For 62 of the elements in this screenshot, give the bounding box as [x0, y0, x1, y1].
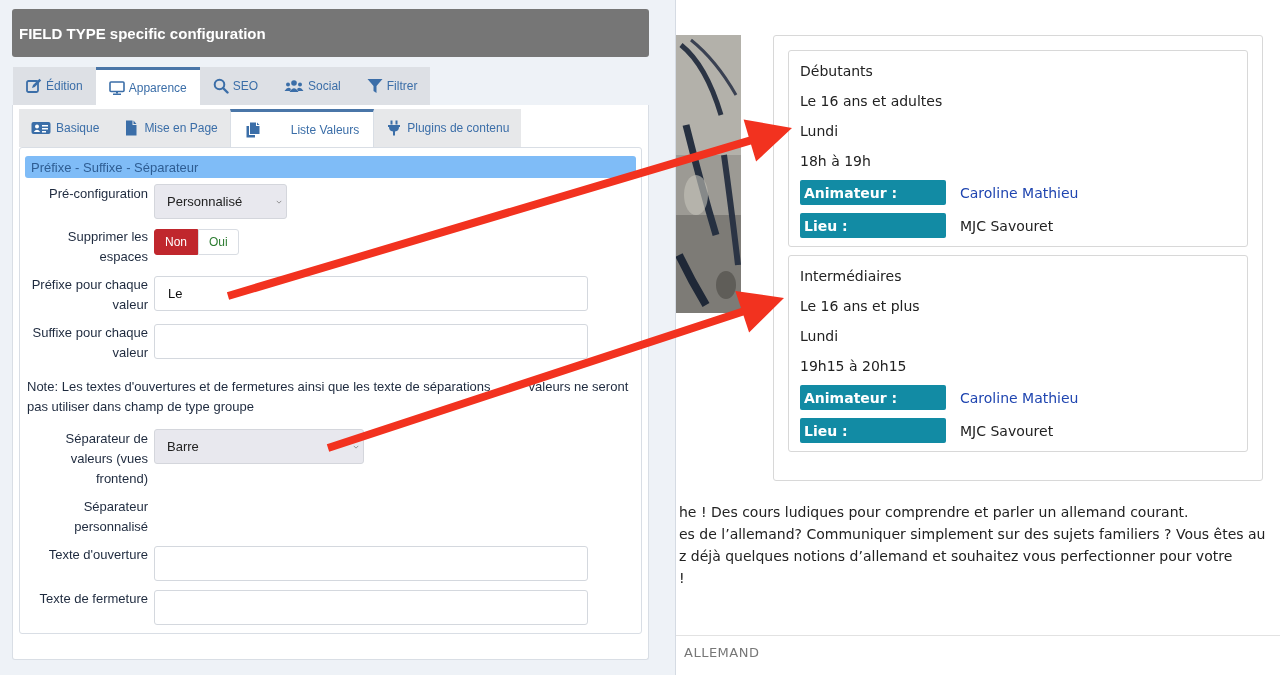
- field-value: MJC Savouret: [960, 422, 1054, 439]
- field-label: Lieu :: [800, 418, 946, 443]
- person-link[interactable]: Caroline Mathieu: [960, 389, 1079, 406]
- id-card-icon: [31, 120, 51, 136]
- course-title: Intermédiaires: [800, 267, 903, 286]
- field-label: Animateur :: [800, 385, 946, 410]
- select-field[interactable]: Barre: [154, 429, 364, 464]
- course-title: Débutants: [800, 62, 874, 81]
- input-field[interactable]: [154, 590, 588, 625]
- note-text: pas utiliser dans champ de type groupe: [27, 398, 254, 416]
- tab[interactable]: Apparence: [95, 67, 200, 105]
- field-value: MJC Savouret: [960, 217, 1054, 234]
- paragraph-line: z déjà quelques notions d’allemand et souhaitez vous perfectionner pour votre: [678, 547, 1234, 566]
- chevron-icon: [353, 444, 359, 449]
- plug-icon: [386, 120, 403, 136]
- course-detail: 19h15 à 20h15: [800, 357, 908, 376]
- tab[interactable]: Filtrer: [353, 67, 431, 105]
- field-label: Lieu :: [800, 213, 946, 238]
- course-detail: 18h à 19h: [800, 152, 872, 171]
- file-icon: [123, 120, 140, 136]
- field-label: Texte de fermeture: [38, 590, 148, 608]
- tab[interactable]: Liste Valeurs: [229, 109, 375, 147]
- panel-header: FIELD TYPE specific configuration: [12, 9, 649, 57]
- tab[interactable]: Édition: [13, 67, 96, 105]
- paragraph-line: !: [678, 569, 686, 588]
- toggle-option[interactable]: Non: [154, 229, 198, 255]
- tab[interactable]: Plugins de contenu: [374, 109, 522, 147]
- input-field[interactable]: [154, 324, 588, 359]
- paragraph-line: he ! Des cours ludiques pour comprendre et parler un allemand courant.: [678, 503, 1190, 522]
- field-label: Animateur :: [800, 180, 946, 205]
- tab[interactable]: Mise en Page: [111, 109, 230, 147]
- select-field[interactable]: Personnalisé: [154, 184, 287, 219]
- edit-icon: [26, 78, 42, 94]
- monitor-icon: [108, 79, 125, 96]
- field-label: Supprimer les espaces: [66, 228, 148, 266]
- section-header: Préfixe - Suffixe - Séparateur: [25, 156, 636, 178]
- users-icon: [284, 78, 305, 94]
- search-icon: [212, 78, 229, 94]
- breadcrumb-text: ALLEMAND: [684, 645, 760, 660]
- course-detail: Lundi: [800, 327, 840, 346]
- filter-icon: [366, 78, 383, 94]
- course-detail: Le 16 ans et plus: [800, 297, 921, 316]
- field-label: Texte d'ouverture: [47, 546, 148, 564]
- note-text: Note: Les textes d'ouvertures et de fermetures ainsi que les texte de séparations: [27, 378, 491, 396]
- note-text: valeurs ne seront: [528, 378, 629, 396]
- field-label: Préfixe pour chaque valeur: [30, 276, 148, 314]
- chevron-icon: [276, 199, 282, 204]
- copy-icon: [244, 121, 261, 138]
- tab[interactable]: SEO: [199, 67, 272, 105]
- paragraph-line: es de l’allemand? Communiquer simplement sur des sujets familiers ? Vous êtes au: [678, 525, 1267, 544]
- field-label: Pré-configuration: [48, 185, 148, 203]
- input-field[interactable]: [154, 546, 588, 581]
- course-detail: Lundi: [800, 122, 840, 141]
- toggle-option[interactable]: Oui: [198, 229, 239, 255]
- field-label: Séparateur de valeurs (vues frontend): [64, 430, 148, 488]
- tab[interactable]: Basique: [19, 109, 112, 147]
- tab[interactable]: Social: [271, 67, 354, 105]
- input-field[interactable]: Le: [154, 276, 588, 311]
- field-label: Suffixe pour chaque valeur: [31, 324, 148, 362]
- field-label: Séparateur personnalisé: [73, 498, 148, 536]
- course-detail: Le 16 ans et adultes: [800, 92, 944, 111]
- person-link[interactable]: Caroline Mathieu: [960, 184, 1079, 201]
